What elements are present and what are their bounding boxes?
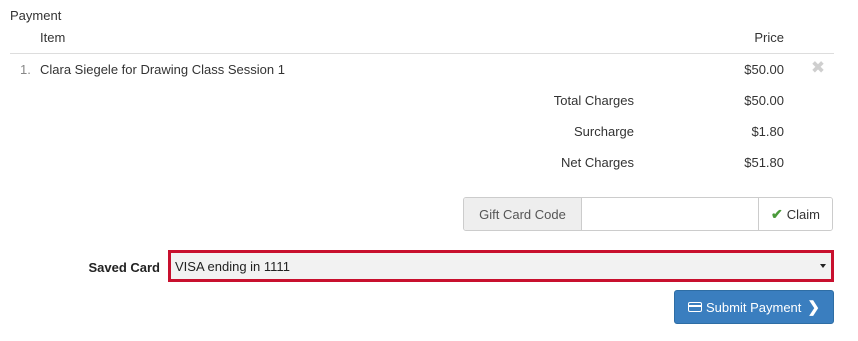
item-description: Clara Siegele for Drawing Class Session … [40,62,285,77]
gift-card-addon-label: Gift Card Code [464,198,582,230]
total-charges-label: Total Charges [553,93,634,108]
surcharge-value: $1.80 [751,124,784,139]
chevron-right-icon: ❯ [807,299,820,316]
net-charges-value: $51.80 [744,155,784,170]
caret-down-icon [820,264,826,268]
submit-payment-button[interactable]: Submit Payment ❯ [674,290,834,324]
gift-card-group: Gift Card Code ✔ Claim [463,197,833,231]
saved-card-label: Saved Card [88,260,160,275]
claim-button[interactable]: ✔ Claim [758,198,832,230]
payment-panel: Payment Item Price 1. Clara Siegele for … [0,0,858,341]
gift-card-code-input[interactable] [582,198,758,230]
section-title: Payment [10,8,62,23]
check-icon: ✔ [771,205,783,222]
header-divider [10,53,834,54]
surcharge-label: Surcharge [574,124,634,139]
claim-label: Claim [786,206,820,222]
column-header-item: Item [40,30,66,45]
item-price: $50.00 [744,62,784,77]
submit-payment-label: Submit Payment [706,299,802,315]
row-number: 1. [20,62,31,77]
column-header-price: Price [754,30,784,45]
saved-card-selected-value: VISA ending in 1111 [175,258,290,274]
total-charges-value: $50.00 [744,93,784,108]
net-charges-label: Net Charges [561,155,634,170]
credit-card-icon [688,302,703,312]
close-icon[interactable]: ✖ [810,59,826,77]
saved-card-select[interactable]: VISA ending in 1111 [168,250,834,282]
